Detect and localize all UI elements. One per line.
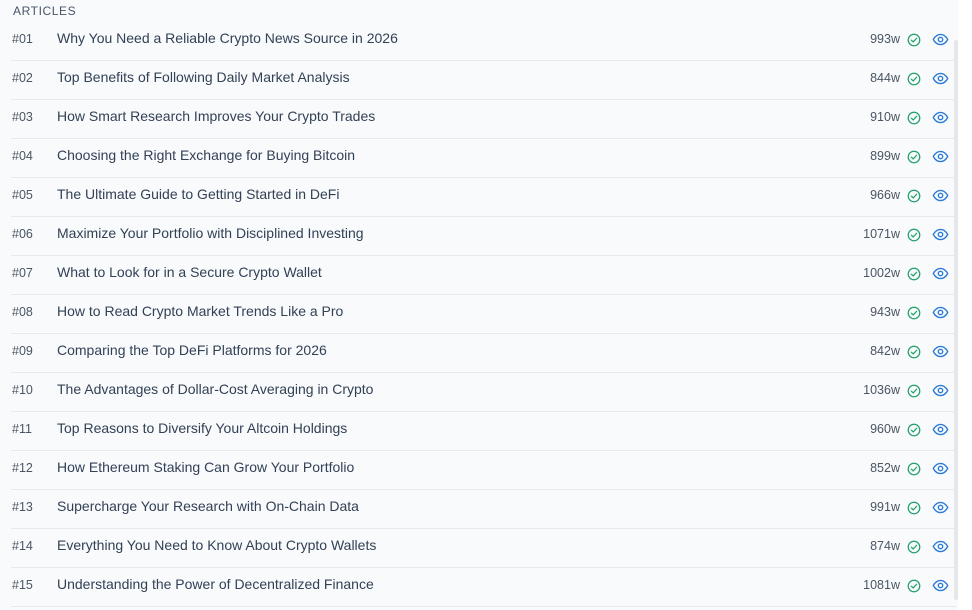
eye-icon[interactable]	[932, 227, 949, 242]
eye-icon[interactable]	[932, 383, 949, 398]
article-row[interactable]: #13 Supercharge Your Research with On-Cha…	[11, 490, 956, 529]
article-title[interactable]: How to Read Crypto Market Trends Like a …	[57, 303, 343, 319]
check-circle-icon	[907, 423, 921, 437]
article-row[interactable]: #05 The Ultimate Guide to Getting Started…	[11, 178, 956, 217]
word-count: 910w	[870, 110, 900, 124]
word-count: 1081w	[863, 578, 900, 592]
article-title[interactable]: What to Look for in a Secure Crypto Wall…	[57, 264, 322, 280]
article-title[interactable]: Everything You Need to Know About Crypto…	[57, 537, 376, 553]
check-circle-icon	[907, 267, 921, 281]
article-row[interactable]: #04 Choosing the Right Exchange for Buyin…	[11, 139, 956, 178]
word-count: 874w	[870, 539, 900, 553]
article-list: #01 Why You Need a Reliable Crypto News S…	[0, 22, 958, 607]
article-title[interactable]: Maximize Your Portfolio with Disciplined…	[57, 225, 364, 241]
article-row[interactable]: #07 What to Look for in a Secure Crypto W…	[11, 256, 956, 295]
articles-panel: ARTICLES #01 Why You Need a Reliable Cryp…	[0, 0, 958, 610]
eye-icon[interactable]	[932, 578, 949, 593]
word-count: 943w	[870, 305, 900, 319]
eye-icon[interactable]	[932, 188, 949, 203]
word-count: 1036w	[863, 383, 900, 397]
check-circle-icon	[907, 111, 921, 125]
check-circle-icon	[907, 384, 921, 398]
check-circle-icon	[907, 189, 921, 203]
article-number: #11	[12, 422, 32, 436]
article-row[interactable]: #09 Comparing the Top DeFi Platforms for …	[11, 334, 956, 373]
article-title[interactable]: The Ultimate Guide to Getting Started in…	[57, 186, 339, 202]
word-count: 991w	[870, 500, 900, 514]
eye-icon[interactable]	[932, 110, 949, 125]
eye-icon[interactable]	[932, 149, 949, 164]
check-circle-icon	[907, 72, 921, 86]
article-row[interactable]: #03 How Smart Research Improves Your Cryp…	[11, 100, 956, 139]
article-number: #01	[12, 32, 33, 46]
check-circle-icon	[907, 306, 921, 320]
section-title: ARTICLES	[13, 4, 77, 18]
article-title[interactable]: Choosing the Right Exchange for Buying B…	[57, 147, 355, 163]
check-circle-icon	[907, 462, 921, 476]
check-circle-icon	[907, 33, 921, 47]
word-count: 842w	[870, 344, 900, 358]
word-count: 1071w	[863, 227, 900, 241]
word-count: 960w	[870, 422, 900, 436]
article-title[interactable]: Comparing the Top DeFi Platforms for 202…	[57, 342, 327, 358]
article-title[interactable]: Understanding the Power of Decentralized…	[57, 576, 374, 592]
article-number: #02	[12, 71, 33, 85]
eye-icon[interactable]	[932, 422, 949, 437]
article-row[interactable]: #06 Maximize Your Portfolio with Discipli…	[11, 217, 956, 256]
article-row[interactable]: #11 Top Reasons to Diversify Your Altcoin…	[11, 412, 956, 451]
check-circle-icon	[907, 540, 921, 554]
check-circle-icon	[907, 345, 921, 359]
article-number: #13	[12, 500, 33, 514]
article-title[interactable]: Why You Need a Reliable Crypto News Sour…	[57, 30, 398, 46]
article-number: #12	[12, 461, 33, 475]
word-count: 966w	[870, 188, 900, 202]
eye-icon[interactable]	[932, 32, 949, 47]
article-row[interactable]: #02 Top Benefits of Following Daily Marke…	[11, 61, 956, 100]
article-number: #10	[12, 383, 33, 397]
word-count: 852w	[870, 461, 900, 475]
article-number: #08	[12, 305, 33, 319]
check-circle-icon	[907, 579, 921, 593]
article-row[interactable]: #15 Understanding the Power of Decentrali…	[11, 568, 956, 607]
eye-icon[interactable]	[932, 461, 949, 476]
article-number: #05	[12, 188, 33, 202]
article-number: #03	[12, 110, 33, 124]
article-title[interactable]: The Advantages of Dollar-Cost Averaging …	[57, 381, 373, 397]
scrollbar[interactable]	[954, 40, 958, 600]
word-count: 844w	[870, 71, 900, 85]
article-number: #15	[12, 578, 33, 592]
article-number: #14	[12, 539, 33, 553]
word-count: 993w	[870, 32, 900, 46]
article-number: #09	[12, 344, 33, 358]
eye-icon[interactable]	[932, 305, 949, 320]
word-count: 1002w	[863, 266, 900, 280]
article-number: #06	[12, 227, 33, 241]
article-title[interactable]: Supercharge Your Research with On-Chain …	[57, 498, 359, 514]
article-title[interactable]: Top Reasons to Diversify Your Altcoin Ho…	[57, 420, 347, 436]
word-count: 899w	[870, 149, 900, 163]
article-row[interactable]: #12 How Ethereum Staking Can Grow Your Po…	[11, 451, 956, 490]
eye-icon[interactable]	[932, 500, 949, 515]
eye-icon[interactable]	[932, 539, 949, 554]
article-row[interactable]: #10 The Advantages of Dollar-Cost Averagi…	[11, 373, 956, 412]
check-circle-icon	[907, 228, 921, 242]
eye-icon[interactable]	[932, 266, 949, 281]
article-row[interactable]: #01 Why You Need a Reliable Crypto News S…	[11, 22, 956, 61]
eye-icon[interactable]	[932, 344, 949, 359]
check-circle-icon	[907, 150, 921, 164]
article-number: #04	[12, 149, 33, 163]
article-row[interactable]: #14 Everything You Need to Know About Cry…	[11, 529, 956, 568]
article-row[interactable]: #08 How to Read Crypto Market Trends Like…	[11, 295, 956, 334]
check-circle-icon	[907, 501, 921, 515]
eye-icon[interactable]	[932, 71, 949, 86]
article-title[interactable]: How Ethereum Staking Can Grow Your Portf…	[57, 459, 354, 475]
article-title[interactable]: How Smart Research Improves Your Crypto …	[57, 108, 375, 124]
article-number: #07	[12, 266, 33, 280]
article-title[interactable]: Top Benefits of Following Daily Market A…	[57, 69, 350, 85]
